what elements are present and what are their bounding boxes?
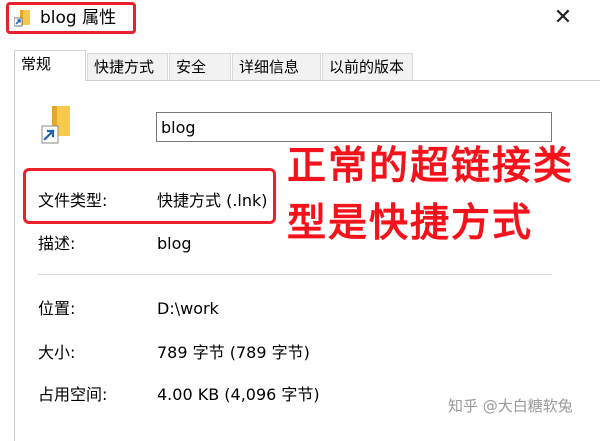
- size-value: 789 字节 (789 字节): [157, 343, 310, 362]
- size-on-disk-label: 占用空间:: [38, 385, 108, 404]
- watermark: 知乎 @大白糖软兔: [448, 397, 573, 415]
- title-highlight-box: [6, 2, 136, 34]
- tab-label: 详细信息: [239, 58, 300, 76]
- tab-label: 安全: [176, 58, 207, 76]
- close-button[interactable]: ✕: [548, 4, 578, 32]
- tab-shortcut[interactable]: 快捷方式: [87, 53, 168, 80]
- tab-strip: 常规 快捷方式 安全 详细信息 以前的版本: [14, 50, 594, 81]
- annotation-text: 正常的超链接类型是快捷方式: [287, 144, 575, 246]
- tab-label: 以前的版本: [329, 58, 405, 76]
- location-label: 位置:: [38, 299, 76, 318]
- close-icon: ✕: [553, 5, 573, 30]
- tab-label: 常规: [21, 55, 52, 73]
- shortcut-folder-icon: [40, 104, 74, 148]
- tab-general[interactable]: 常规: [14, 50, 86, 81]
- description-label: 描述:: [38, 234, 76, 253]
- size-label: 大小:: [38, 343, 76, 362]
- tab-previous-versions[interactable]: 以前的版本: [322, 53, 413, 80]
- title-bar: blog 属性 ✕: [0, 0, 600, 38]
- tab-security[interactable]: 安全: [169, 53, 231, 80]
- description-value: blog: [157, 234, 192, 253]
- tab-details[interactable]: 详细信息: [232, 53, 321, 80]
- size-on-disk-value: 4.00 KB (4,096 字节): [157, 385, 320, 404]
- tab-label: 快捷方式: [94, 58, 155, 76]
- location-value: D:\work: [157, 299, 219, 318]
- divider: [38, 274, 552, 275]
- file-type-highlight-box: [23, 168, 276, 224]
